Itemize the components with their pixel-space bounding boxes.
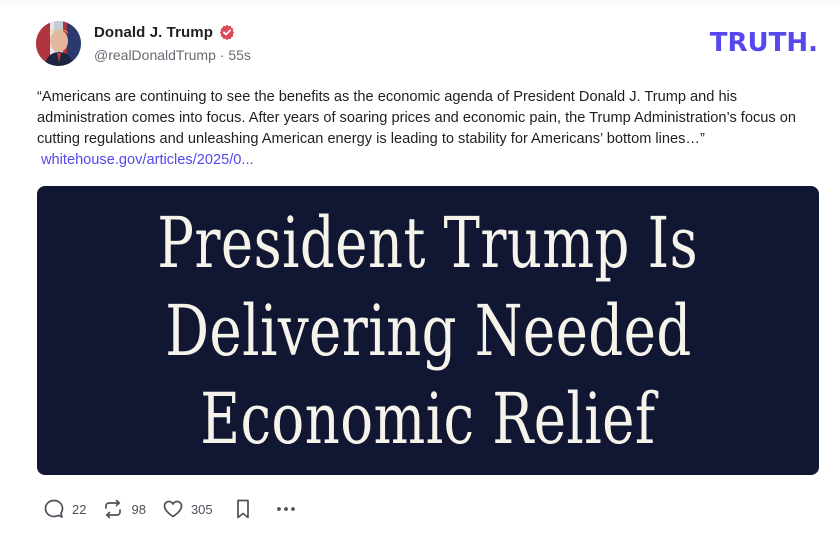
bookmark-button[interactable] xyxy=(233,498,253,520)
post-body: “Americans are continuing to see the ben… xyxy=(37,87,817,171)
avatar[interactable] xyxy=(36,21,81,66)
media-headline-line-3: Economic Relief xyxy=(200,377,656,460)
reply-button[interactable]: 22 xyxy=(43,498,86,520)
post-action-bar: 22 98 305 xyxy=(43,497,297,521)
truth-social-logo[interactable]: TRUTH. xyxy=(710,28,818,58)
post-timestamp[interactable]: 55s xyxy=(228,47,251,63)
author-name-row: Donald J. Trump xyxy=(94,22,235,42)
bookmark-icon xyxy=(233,498,253,520)
more-options-button[interactable] xyxy=(275,498,297,520)
repost-button[interactable]: 98 xyxy=(102,498,146,520)
repost-arrows-icon xyxy=(102,498,124,520)
reply-count: 22 xyxy=(72,501,87,517)
media-headline-line-1: President Trump Is xyxy=(157,201,699,284)
like-button[interactable]: 305 xyxy=(162,498,213,520)
like-count: 305 xyxy=(190,501,213,517)
author-handle[interactable]: @realDonaldTrump xyxy=(94,47,216,63)
post-media-image[interactable]: President Trump Is Delivering Needed Eco… xyxy=(37,186,819,475)
media-headline-line-2: Delivering Needed xyxy=(164,289,692,372)
post-link[interactable]: whitehouse.gov/articles/2025/0... xyxy=(41,152,254,168)
post-body-text: “Americans are continuing to see the ben… xyxy=(37,89,796,147)
avatar-image xyxy=(36,21,81,66)
more-dots-icon xyxy=(275,498,297,520)
author-handle-row: @realDonaldTrump · 55s xyxy=(94,47,251,63)
heart-icon xyxy=(162,498,184,520)
top-edge xyxy=(0,0,840,4)
meta-separator: · xyxy=(215,47,229,63)
repost-count: 98 xyxy=(131,501,146,517)
verified-badge-icon xyxy=(219,24,235,40)
author-display-name[interactable]: Donald J. Trump xyxy=(94,24,213,41)
reply-bubble-icon xyxy=(43,498,65,520)
